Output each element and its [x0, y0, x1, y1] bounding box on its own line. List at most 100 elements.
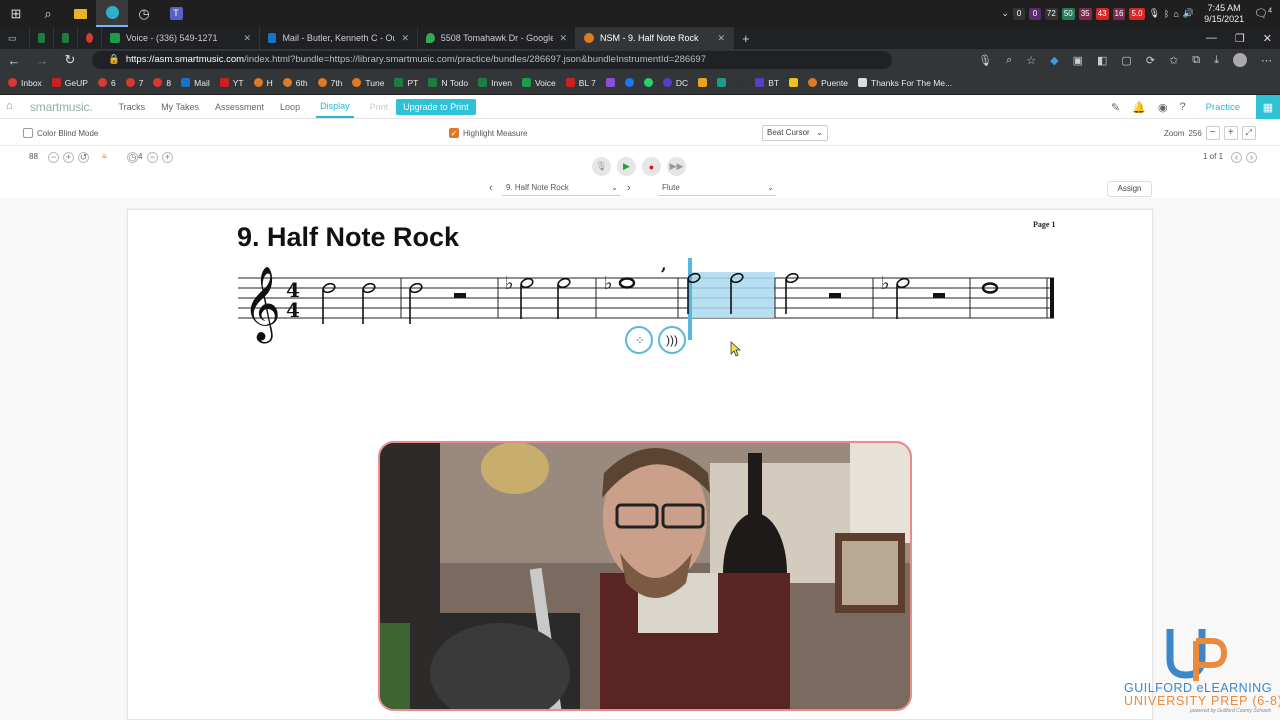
tab-voice[interactable]: Voice - (336) 549-1271 ✕ — [102, 27, 260, 49]
bookmark-icon-only[interactable] — [624, 78, 634, 87]
bookmark[interactable]: N Todo — [428, 78, 468, 88]
bookmark[interactable]: Inven — [478, 78, 512, 88]
zoom-out-button[interactable]: − — [1205, 126, 1220, 140]
play-button[interactable]: ▶ — [617, 157, 636, 176]
bookmark-icon-only[interactable] — [736, 78, 746, 87]
zoom-icon[interactable]: ⌕ — [1006, 54, 1012, 67]
zoom-in-button[interactable]: + — [1223, 126, 1238, 140]
next-title-icon[interactable]: › — [627, 182, 631, 194]
pinned-tab-opera[interactable] — [78, 27, 102, 49]
tempo-decrease-button[interactable]: − — [48, 152, 59, 163]
count-in-decrease-button[interactable]: − — [147, 152, 158, 163]
count-in-icon[interactable]: ◷ — [127, 152, 138, 163]
bookmark-icon-only[interactable] — [717, 78, 727, 87]
bookmark[interactable]: 6th — [282, 78, 308, 88]
close-window-icon[interactable]: ✕ — [1263, 32, 1272, 45]
tempo-value[interactable]: 88 — [29, 152, 38, 161]
nav-tracks[interactable]: Tracks — [118, 102, 145, 112]
tab-maps[interactable]: 5508 Tomahawk Dr - Google Ma ✕ — [418, 27, 576, 49]
tray-counter[interactable]: 35 — [1078, 7, 1092, 20]
record-button[interactable]: ● — [642, 157, 661, 176]
microphone-icon[interactable]: 🎙 — [978, 54, 992, 67]
bookmark[interactable]: PT — [394, 78, 418, 88]
bookmark[interactable]: Tune — [352, 78, 384, 88]
teams-icon[interactable]: T — [160, 0, 192, 27]
tab-smartmusic[interactable]: NSM - 9. Half Note Rock ✕ — [576, 27, 734, 49]
bookmark[interactable]: Puente — [808, 78, 848, 88]
bookmark[interactable]: Mail — [181, 78, 210, 88]
tab-actions-icon[interactable]: ▭ — [0, 27, 30, 49]
tab-mail[interactable]: Mail - Butler, Kenneth C - Outlook ✕ — [260, 27, 418, 49]
tray-counter[interactable]: 5.0 — [1129, 7, 1145, 20]
bookmark[interactable]: DC — [662, 78, 688, 88]
nav-assessment[interactable]: Assessment — [215, 102, 264, 112]
volume-icon[interactable]: 🔊 — [1183, 8, 1194, 19]
collections-icon[interactable]: ▢ — [1121, 54, 1131, 67]
pinned-tab-excel[interactable] — [30, 27, 54, 49]
pinned-tab-excel-2[interactable] — [54, 27, 78, 49]
next-page-button[interactable]: › — [1246, 152, 1257, 163]
notification-icon[interactable]: 🗨4 — [1254, 7, 1272, 20]
search-icon[interactable]: ⌕ — [32, 0, 64, 27]
pencil-icon[interactable]: ✎ — [1111, 101, 1120, 114]
bookmark[interactable]: YT — [219, 78, 244, 88]
nav-display[interactable]: Display — [316, 96, 354, 118]
url-input[interactable]: 🔒 https://asm.smartmusic.com/index.html?b… — [92, 51, 892, 69]
bookmark[interactable]: H — [253, 78, 273, 88]
system-clock[interactable]: 7:45 AM 9/15/2021 — [1204, 3, 1244, 25]
clock-app-icon[interactable]: ◷ — [128, 0, 160, 27]
bookmark[interactable]: 6 — [97, 78, 116, 88]
downloads-icon[interactable]: ⤓ — [1214, 54, 1219, 67]
count-in-increase-button[interactable]: + — [162, 152, 173, 163]
microphone-icon[interactable]: 🎙 — [592, 157, 611, 176]
collections-icon[interactable]: ⧉ — [1192, 54, 1200, 67]
title-select[interactable]: 9. Half Note Rock ⌄ — [502, 182, 620, 196]
bookmark[interactable]: 8 — [153, 78, 171, 88]
audio-feedback-button[interactable]: ))) — [658, 326, 686, 354]
extension-icon[interactable]: ▣ — [1073, 54, 1083, 67]
forward-icon[interactable]: → — [28, 53, 56, 68]
sync-icon[interactable]: ⟳ — [1146, 54, 1155, 67]
bookmark-icon-only[interactable] — [789, 78, 799, 87]
nav-loop[interactable]: Loop — [280, 102, 300, 112]
count-in-value[interactable]: 4 — [138, 152, 142, 161]
refresh-icon[interactable]: ↻ — [56, 52, 84, 68]
upgrade-to-print-button[interactable]: Upgrade to Print — [396, 98, 476, 115]
bookmark-icon-only[interactable] — [643, 78, 653, 87]
nav-my-takes[interactable]: My Takes — [161, 102, 199, 112]
tempo-reset-icon[interactable]: ↺ — [78, 152, 89, 163]
highlight-measure-checkbox[interactable]: ✓ — [449, 128, 459, 138]
bookmark-icon-only[interactable] — [698, 78, 708, 87]
color-blind-option[interactable]: Color Blind Mode — [23, 128, 98, 138]
previous-title-icon[interactable]: ‹ — [489, 182, 493, 194]
tray-counter[interactable]: 72 — [1044, 7, 1058, 20]
windows-start-icon[interactable]: ⊞ — [0, 0, 32, 27]
close-tab-icon[interactable]: ✕ — [559, 33, 567, 44]
tray-counter[interactable]: 50 — [1061, 7, 1075, 20]
more-options-icon[interactable]: ⋯ — [1261, 54, 1272, 67]
bookmark[interactable]: BL 7 — [565, 78, 596, 88]
cursor-select[interactable]: Beat Cursor ⌄ — [762, 125, 828, 141]
tempo-increase-button[interactable]: + — [63, 152, 74, 163]
tray-counter[interactable]: 0 — [1028, 7, 1041, 20]
restore-icon[interactable]: ❐ — [1235, 32, 1245, 45]
bookmark[interactable]: Inbox — [8, 78, 42, 88]
assign-button[interactable]: Assign — [1107, 181, 1152, 197]
bookmark[interactable]: 7 — [125, 78, 143, 88]
tray-counter[interactable]: 16 — [1112, 7, 1126, 20]
skip-button[interactable]: ▶▶ — [667, 157, 686, 176]
tray-counter[interactable]: 0 — [1012, 7, 1025, 20]
practice-link[interactable]: Practice — [1206, 102, 1240, 113]
bluetooth-icon[interactable]: ᛒ — [1164, 9, 1169, 19]
highlight-measure-option[interactable]: ✓ Highlight Measure — [449, 128, 527, 138]
fullscreen-icon[interactable]: ⤢ — [1241, 126, 1256, 140]
prev-page-button[interactable]: ‹ — [1231, 152, 1242, 163]
minimize-icon[interactable]: — — [1206, 32, 1217, 44]
instrument-select[interactable]: Flute ⌄ — [658, 182, 776, 196]
profile-avatar-icon[interactable] — [1233, 53, 1247, 67]
fingering-chart-button[interactable]: ⁘ — [625, 326, 653, 354]
file-explorer-icon[interactable] — [64, 0, 96, 27]
apps-grid-icon[interactable]: ▦ — [1256, 95, 1280, 119]
favorites-icon[interactable]: ✩ — [1169, 54, 1178, 67]
microphone-icon[interactable]: 🎙 — [1149, 8, 1160, 19]
